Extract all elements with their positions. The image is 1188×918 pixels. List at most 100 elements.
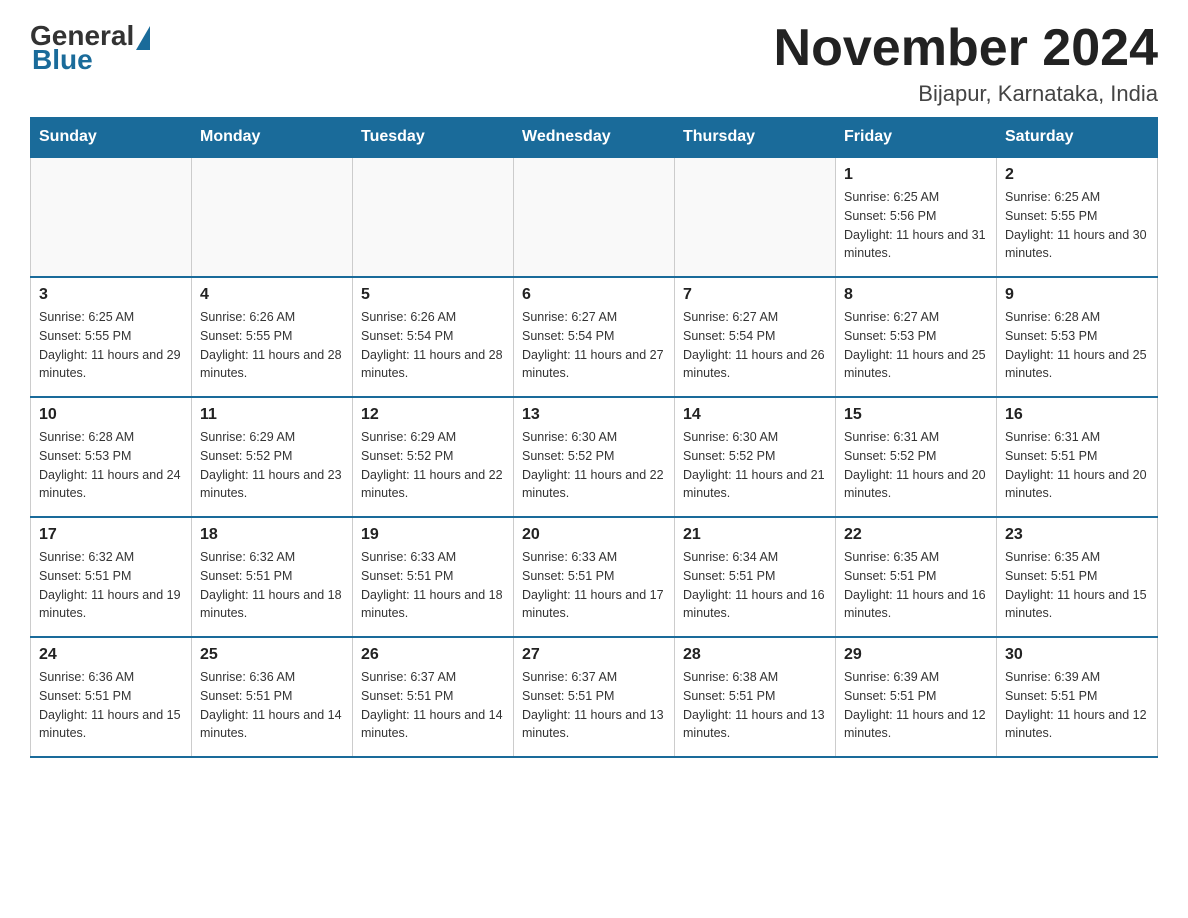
calendar-cell (514, 157, 675, 277)
calendar-cell: 13Sunrise: 6:30 AM Sunset: 5:52 PM Dayli… (514, 397, 675, 517)
day-number: 21 (683, 526, 827, 544)
calendar-header-sunday: Sunday (31, 118, 192, 158)
day-info: Sunrise: 6:27 AM Sunset: 5:54 PM Dayligh… (522, 308, 666, 383)
day-info: Sunrise: 6:26 AM Sunset: 5:55 PM Dayligh… (200, 308, 344, 383)
day-info: Sunrise: 6:29 AM Sunset: 5:52 PM Dayligh… (361, 428, 505, 503)
day-number: 2 (1005, 166, 1149, 184)
day-number: 12 (361, 406, 505, 424)
calendar-cell: 27 Sunrise: 6:37 AM Sunset: 5:51 PM Dayli… (514, 637, 675, 757)
day-number: 3 (39, 286, 183, 304)
logo-triangle-icon (136, 26, 150, 50)
day-info: Sunrise: 6:25 AM Sunset: 5:55 PM Dayligh… (1005, 188, 1149, 263)
calendar-cell (675, 157, 836, 277)
day-info: Sunrise: 6:27 AM Sunset: 5:54 PM Dayligh… (683, 308, 827, 383)
calendar-cell: 10 Sunrise: 6:28 AM Sunset: 5:53 PM Dayli… (31, 397, 192, 517)
page-header: General Blue November 2024 Bijapur, Karn… (30, 20, 1158, 107)
calendar-cell: 22Sunrise: 6:35 AM Sunset: 5:51 PM Dayli… (836, 517, 997, 637)
day-number: 27 (522, 646, 666, 664)
day-info: Sunrise: 6:35 AM Sunset: 5:51 PM Dayligh… (844, 548, 988, 623)
calendar-cell: 7 Sunrise: 6:27 AM Sunset: 5:54 PM Daylig… (675, 277, 836, 397)
day-info: Sunrise: 6:26 AM Sunset: 5:54 PM Dayligh… (361, 308, 505, 383)
day-info: Sunrise: 6:36 AM Sunset: 5:51 PM Dayligh… (39, 668, 183, 743)
calendar-cell: 4 Sunrise: 6:26 AM Sunset: 5:55 PM Daylig… (192, 277, 353, 397)
calendar-cell: 29 Sunrise: 6:39 AM Sunset: 5:51 PM Dayli… (836, 637, 997, 757)
day-number: 7 (683, 286, 827, 304)
day-number: 8 (844, 286, 988, 304)
calendar-week-3: 10 Sunrise: 6:28 AM Sunset: 5:53 PM Dayli… (31, 397, 1158, 517)
calendar-cell: 2 Sunrise: 6:25 AM Sunset: 5:55 PM Daylig… (997, 157, 1158, 277)
day-info: Sunrise: 6:32 AM Sunset: 5:51 PM Dayligh… (200, 548, 344, 623)
calendar-cell: 8 Sunrise: 6:27 AM Sunset: 5:53 PM Daylig… (836, 277, 997, 397)
day-number: 24 (39, 646, 183, 664)
day-info: Sunrise: 6:30 AM Sunset: 5:52 PM Dayligh… (522, 428, 666, 503)
calendar-header-monday: Monday (192, 118, 353, 158)
logo: General Blue (30, 20, 150, 76)
day-info: Sunrise: 6:33 AM Sunset: 5:51 PM Dayligh… (522, 548, 666, 623)
calendar-week-4: 17Sunrise: 6:32 AM Sunset: 5:51 PM Dayli… (31, 517, 1158, 637)
day-number: 26 (361, 646, 505, 664)
day-info: Sunrise: 6:30 AM Sunset: 5:52 PM Dayligh… (683, 428, 827, 503)
day-info: Sunrise: 6:34 AM Sunset: 5:51 PM Dayligh… (683, 548, 827, 623)
day-number: 11 (200, 406, 344, 424)
day-number: 20 (522, 526, 666, 544)
day-info: Sunrise: 6:27 AM Sunset: 5:53 PM Dayligh… (844, 308, 988, 383)
calendar-cell: 23 Sunrise: 6:35 AM Sunset: 5:51 PM Dayli… (997, 517, 1158, 637)
day-info: Sunrise: 6:28 AM Sunset: 5:53 PM Dayligh… (39, 428, 183, 503)
day-number: 29 (844, 646, 988, 664)
day-info: Sunrise: 6:39 AM Sunset: 5:51 PM Dayligh… (1005, 668, 1149, 743)
calendar-week-2: 3 Sunrise: 6:25 AM Sunset: 5:55 PM Daylig… (31, 277, 1158, 397)
title-block: November 2024 Bijapur, Karnataka, India (774, 20, 1158, 107)
calendar-header-tuesday: Tuesday (353, 118, 514, 158)
day-info: Sunrise: 6:36 AM Sunset: 5:51 PM Dayligh… (200, 668, 344, 743)
day-number: 28 (683, 646, 827, 664)
logo-blue-text: Blue (32, 44, 93, 76)
calendar-cell: 19 Sunrise: 6:33 AM Sunset: 5:51 PM Dayli… (353, 517, 514, 637)
day-number: 15 (844, 406, 988, 424)
day-info: Sunrise: 6:35 AM Sunset: 5:51 PM Dayligh… (1005, 548, 1149, 623)
day-info: Sunrise: 6:37 AM Sunset: 5:51 PM Dayligh… (361, 668, 505, 743)
calendar-cell: 6 Sunrise: 6:27 AM Sunset: 5:54 PM Daylig… (514, 277, 675, 397)
day-number: 5 (361, 286, 505, 304)
day-number: 18 (200, 526, 344, 544)
day-info: Sunrise: 6:33 AM Sunset: 5:51 PM Dayligh… (361, 548, 505, 623)
day-number: 19 (361, 526, 505, 544)
calendar-cell: 17Sunrise: 6:32 AM Sunset: 5:51 PM Dayli… (31, 517, 192, 637)
calendar-cell: 15Sunrise: 6:31 AM Sunset: 5:52 PM Dayli… (836, 397, 997, 517)
day-info: Sunrise: 6:29 AM Sunset: 5:52 PM Dayligh… (200, 428, 344, 503)
calendar-cell: 25Sunrise: 6:36 AM Sunset: 5:51 PM Dayli… (192, 637, 353, 757)
calendar-cell: 26 Sunrise: 6:37 AM Sunset: 5:51 PM Dayli… (353, 637, 514, 757)
calendar-subtitle: Bijapur, Karnataka, India (774, 81, 1158, 107)
calendar-cell: 12 Sunrise: 6:29 AM Sunset: 5:52 PM Dayli… (353, 397, 514, 517)
day-info: Sunrise: 6:37 AM Sunset: 5:51 PM Dayligh… (522, 668, 666, 743)
day-number: 30 (1005, 646, 1149, 664)
calendar-cell: 11 Sunrise: 6:29 AM Sunset: 5:52 PM Dayli… (192, 397, 353, 517)
day-number: 14 (683, 406, 827, 424)
calendar-header-thursday: Thursday (675, 118, 836, 158)
calendar-cell: 20 Sunrise: 6:33 AM Sunset: 5:51 PM Dayli… (514, 517, 675, 637)
day-number: 9 (1005, 286, 1149, 304)
calendar-cell (31, 157, 192, 277)
calendar-header-friday: Friday (836, 118, 997, 158)
calendar-table: SundayMondayTuesdayWednesdayThursdayFrid… (30, 117, 1158, 758)
calendar-cell: 24 Sunrise: 6:36 AM Sunset: 5:51 PM Dayli… (31, 637, 192, 757)
day-number: 23 (1005, 526, 1149, 544)
day-info: Sunrise: 6:31 AM Sunset: 5:51 PM Dayligh… (1005, 428, 1149, 503)
calendar-cell (353, 157, 514, 277)
calendar-week-1: 1 Sunrise: 6:25 AM Sunset: 5:56 PM Daylig… (31, 157, 1158, 277)
calendar-cell: 30 Sunrise: 6:39 AM Sunset: 5:51 PM Dayli… (997, 637, 1158, 757)
day-info: Sunrise: 6:25 AM Sunset: 5:55 PM Dayligh… (39, 308, 183, 383)
calendar-cell: 3 Sunrise: 6:25 AM Sunset: 5:55 PM Daylig… (31, 277, 192, 397)
calendar-title: November 2024 (774, 20, 1158, 77)
calendar-header-row: SundayMondayTuesdayWednesdayThursdayFrid… (31, 118, 1158, 158)
day-number: 10 (39, 406, 183, 424)
day-info: Sunrise: 6:32 AM Sunset: 5:51 PM Dayligh… (39, 548, 183, 623)
calendar-cell: 16 Sunrise: 6:31 AM Sunset: 5:51 PM Dayli… (997, 397, 1158, 517)
day-info: Sunrise: 6:25 AM Sunset: 5:56 PM Dayligh… (844, 188, 988, 263)
day-info: Sunrise: 6:39 AM Sunset: 5:51 PM Dayligh… (844, 668, 988, 743)
day-number: 1 (844, 166, 988, 184)
calendar-cell: 21 Sunrise: 6:34 AM Sunset: 5:51 PM Dayli… (675, 517, 836, 637)
calendar-cell: 5 Sunrise: 6:26 AM Sunset: 5:54 PM Daylig… (353, 277, 514, 397)
day-number: 16 (1005, 406, 1149, 424)
day-number: 6 (522, 286, 666, 304)
day-number: 4 (200, 286, 344, 304)
